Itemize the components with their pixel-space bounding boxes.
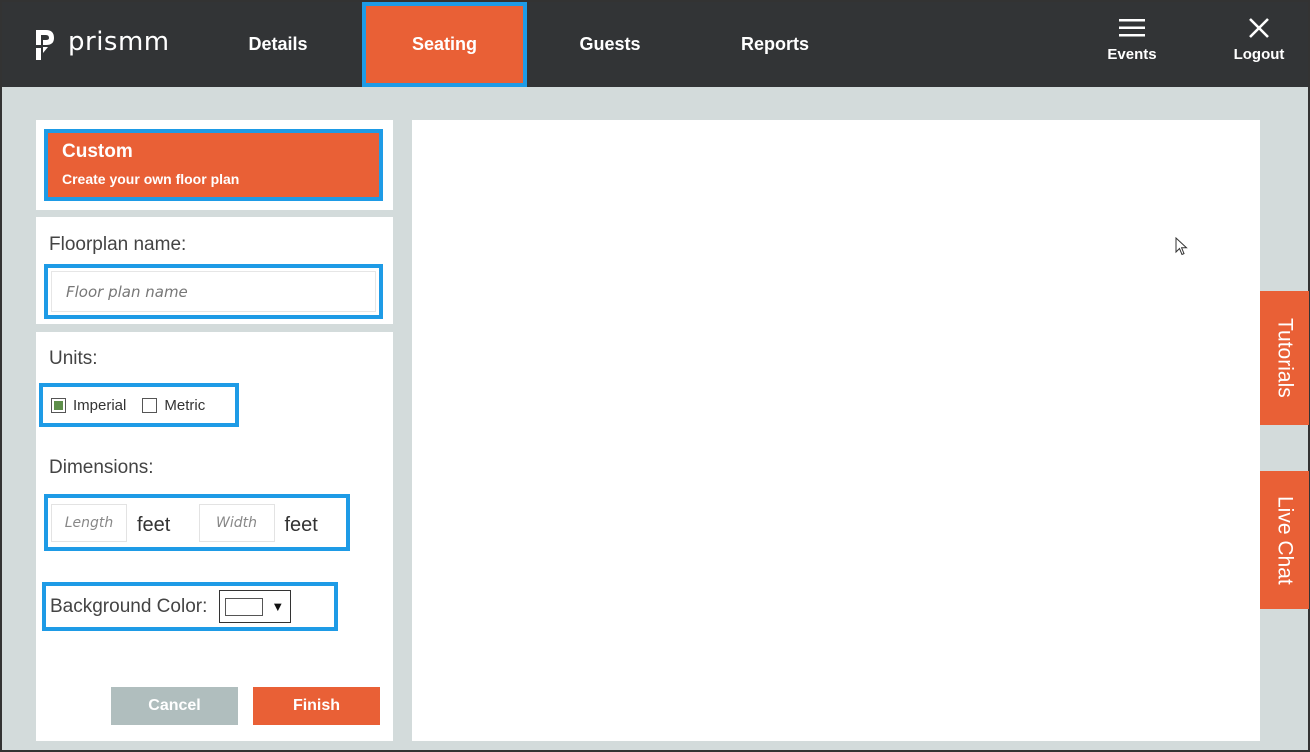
live-chat-tab[interactable]: Live Chat xyxy=(1260,471,1309,609)
color-swatch xyxy=(225,597,264,616)
tutorials-tab[interactable]: Tutorials xyxy=(1260,291,1309,425)
floorplan-name-label: Floorplan name: xyxy=(49,234,187,255)
custom-title: Custom xyxy=(62,141,133,162)
length-input[interactable] xyxy=(51,503,127,542)
background-color-row: Background Color: ▼ xyxy=(42,582,338,631)
imperial-label: Imperial xyxy=(73,396,127,414)
tutorials-label: Tutorials xyxy=(1273,318,1297,398)
tab-label: Details xyxy=(248,34,308,54)
unit-metric[interactable]: Metric xyxy=(142,397,205,414)
unit-imperial[interactable]: Imperial xyxy=(51,397,126,414)
background-color-label: Background Color: xyxy=(50,595,208,617)
units-label: Units: xyxy=(49,348,98,369)
width-input[interactable] xyxy=(198,503,275,542)
live-chat-label: Live Chat xyxy=(1273,495,1297,585)
floorplan-canvas[interactable] xyxy=(412,120,1260,741)
custom-option[interactable]: Custom Create your own floor plan xyxy=(44,129,383,201)
tab-guests[interactable]: Guests xyxy=(530,2,690,87)
metric-label: Metric xyxy=(164,396,206,414)
logo[interactable]: prismm xyxy=(34,27,170,62)
tab-label: Guests xyxy=(579,34,641,54)
app-window: prismm Details Seating Guests Reports Ev… xyxy=(0,0,1310,752)
prismm-logo-icon xyxy=(36,30,54,60)
cancel-button[interactable]: Cancel xyxy=(111,687,238,725)
custom-subtitle: Create your own floor plan xyxy=(62,171,240,187)
mouse-cursor-icon xyxy=(1175,237,1188,256)
background-color-picker[interactable]: ▼ xyxy=(219,590,292,623)
imperial-checkbox[interactable] xyxy=(51,397,66,413)
tab-seating[interactable]: Seating xyxy=(362,2,527,87)
floorplan-name-field-wrap xyxy=(44,264,383,319)
length-unit: feet xyxy=(137,514,171,536)
dimensions-fields: feet feet xyxy=(44,494,350,551)
metric-checkbox[interactable] xyxy=(142,397,158,413)
dimensions-label: Dimensions: xyxy=(49,457,154,478)
floorplan-name-input[interactable] xyxy=(51,271,376,312)
width-unit: feet xyxy=(284,514,318,536)
dropdown-arrow-icon: ▼ xyxy=(271,599,285,614)
logo-text: prismm xyxy=(68,27,170,57)
tab-details[interactable]: Details xyxy=(198,2,358,87)
units-options: Imperial Metric xyxy=(39,383,239,427)
menu-icon xyxy=(1119,19,1145,37)
close-icon xyxy=(1249,18,1269,38)
logout-button[interactable]: Logout xyxy=(1219,16,1299,63)
top-navigation: prismm Details Seating Guests Reports Ev… xyxy=(2,2,1308,87)
tab-label: Seating xyxy=(411,34,477,54)
events-button[interactable]: Events xyxy=(1092,16,1172,63)
events-label: Events xyxy=(1107,46,1157,63)
tab-label: Reports xyxy=(740,34,809,54)
logout-label: Logout xyxy=(1233,46,1285,63)
finish-button[interactable]: Finish xyxy=(253,687,380,725)
tab-reports[interactable]: Reports xyxy=(695,2,855,87)
